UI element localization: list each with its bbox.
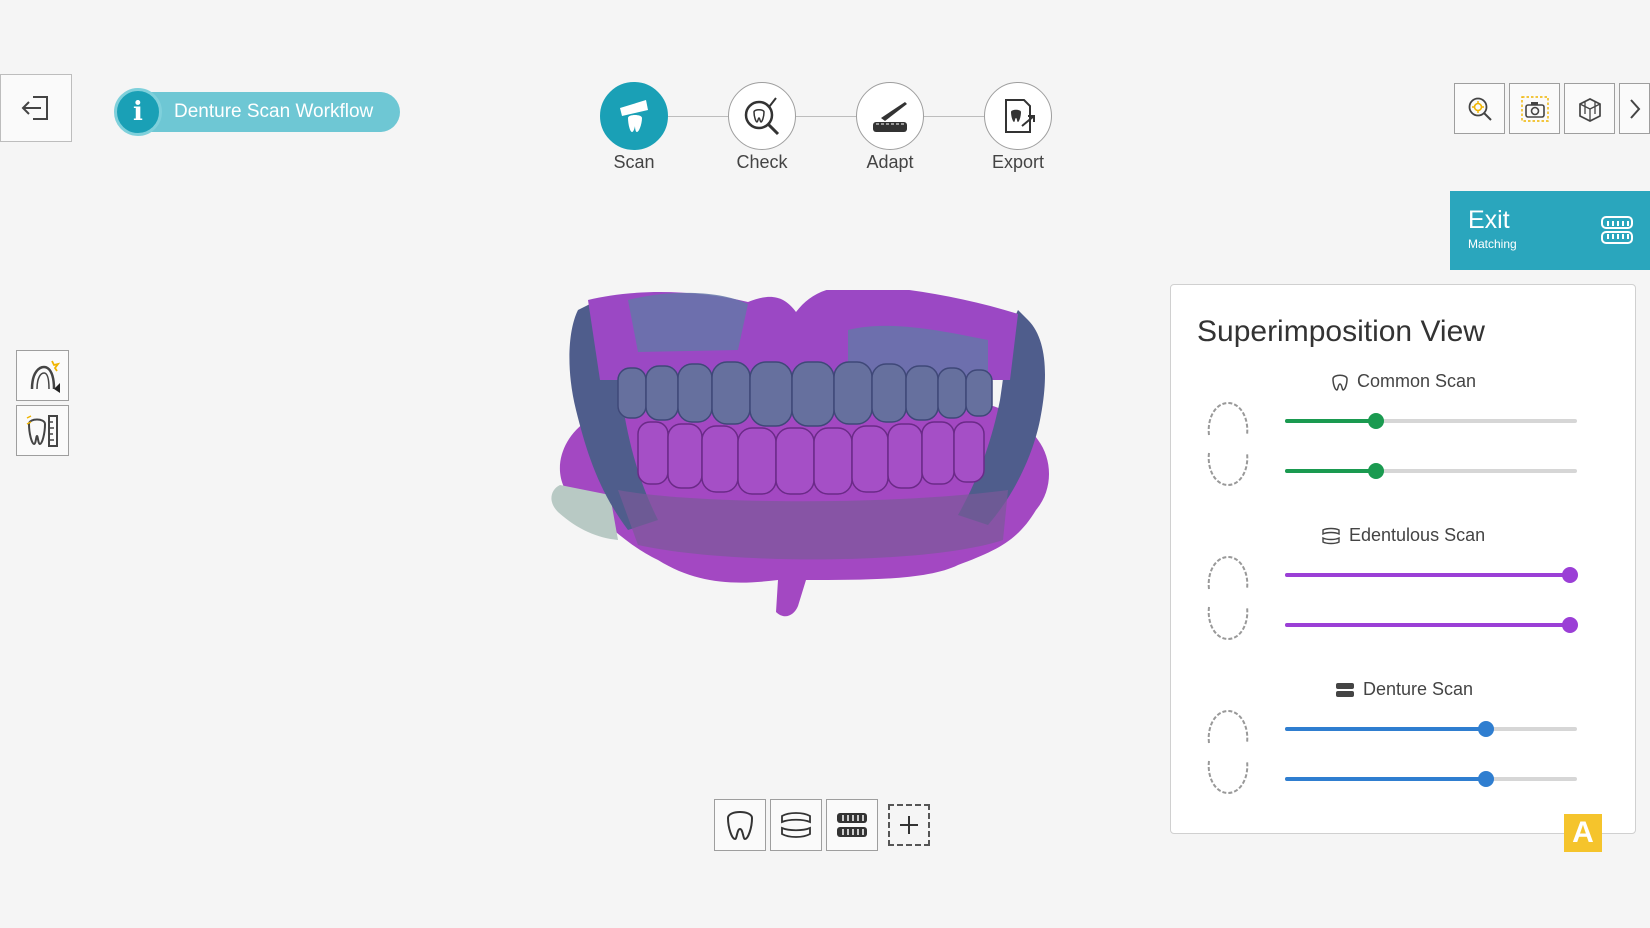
lower-jaw-arch-icon <box>1207 606 1249 641</box>
cube-icon <box>1578 97 1601 122</box>
zoom-fit-button[interactable] <box>1454 83 1505 134</box>
upper-jaw-arch-icon <box>1207 555 1249 590</box>
edentulous-scan-toggle-button[interactable] <box>770 799 822 851</box>
edentulous-arch-icon <box>1322 527 1340 544</box>
workflow-info-button[interactable]: i Denture Scan Workflow <box>114 88 400 136</box>
scan-lower-teeth <box>637 421 985 495</box>
add-scan-button[interactable] <box>888 804 930 846</box>
step-adapt-label: Adapt <box>866 152 914 172</box>
zoom-icon <box>1468 97 1492 121</box>
arch-spark-icon <box>30 360 60 393</box>
group-title-label: Common Scan <box>1357 371 1477 391</box>
chevron-right-icon <box>1629 98 1640 119</box>
denture-icon <box>1336 682 1354 697</box>
slider-fill <box>1285 727 1487 731</box>
exit-arrow-icon <box>21 96 48 120</box>
slider-thumb[interactable] <box>1561 567 1578 583</box>
upper-jaw-visibility-toggle[interactable] <box>1203 707 1253 752</box>
arch-tool-button[interactable] <box>16 350 69 401</box>
step-connector <box>668 116 728 117</box>
upper-jaw-arch-icon <box>1207 401 1249 436</box>
denture-icon <box>837 813 867 837</box>
lower-jaw-opacity-slider[interactable] <box>1285 463 1577 479</box>
lower-jaw-visibility-toggle[interactable] <box>1203 449 1253 494</box>
denture-knife-icon <box>873 102 907 132</box>
step-connector <box>796 116 856 117</box>
step-check[interactable] <box>728 82 796 150</box>
back-button[interactable] <box>0 74 72 142</box>
dental-scan-viewport[interactable] <box>548 290 1096 622</box>
tooth-icon <box>1332 374 1348 391</box>
group-title-label: Denture Scan <box>1363 679 1474 699</box>
lower-jaw-opacity-slider[interactable] <box>1285 771 1577 787</box>
upper-jaw-visibility-toggle[interactable] <box>1203 399 1253 444</box>
step-export-label: Export <box>991 152 1045 172</box>
tooth-ruler-icon <box>26 414 58 447</box>
lower-jaw-visibility-toggle[interactable] <box>1203 757 1253 802</box>
slider-fill <box>1285 777 1487 781</box>
export-file-icon <box>1005 99 1035 133</box>
group-title: Edentulous Scan <box>1321 525 1485 546</box>
workflow-label: Denture Scan Workflow <box>174 101 374 122</box>
step-export[interactable] <box>984 82 1052 150</box>
slider-fill <box>1285 573 1570 577</box>
slider-fill <box>1285 469 1376 473</box>
slider-thumb[interactable] <box>1478 721 1495 737</box>
slider-fill <box>1285 419 1376 423</box>
group-title: Common Scan <box>1331 371 1476 392</box>
upper-jaw-opacity-slider[interactable] <box>1285 413 1577 429</box>
magnifier-tooth-icon <box>744 97 780 136</box>
plus-icon <box>900 816 918 834</box>
step-connector <box>924 116 984 117</box>
superimposition-panel: Superimposition View Common Scan Edentulo… <box>1170 284 1636 834</box>
camera-capture-icon <box>1520 95 1549 122</box>
group-title: Denture Scan <box>1335 679 1473 700</box>
slider-thumb[interactable] <box>1367 463 1384 479</box>
slider-thumb[interactable] <box>1561 617 1578 633</box>
group-title-label: Edentulous Scan <box>1349 525 1486 545</box>
denture-icon <box>1601 216 1633 244</box>
exit-matching-button[interactable]: Exit Matching <box>1450 191 1650 270</box>
step-check-label: Check <box>736 152 788 172</box>
edentulous-arch-icon <box>781 812 811 838</box>
screenshot-button[interactable] <box>1509 83 1560 134</box>
common-scan-toggle-button[interactable] <box>714 799 766 851</box>
upper-jaw-visibility-toggle[interactable] <box>1203 553 1253 598</box>
upper-jaw-arch-icon <box>1207 709 1249 744</box>
upper-jaw-opacity-slider[interactable] <box>1285 567 1578 583</box>
tooth-measure-button[interactable] <box>16 405 69 456</box>
scanner-tooth-icon <box>620 100 648 132</box>
lower-jaw-arch-icon <box>1207 452 1249 487</box>
a-badge: A <box>1564 814 1602 852</box>
lower-jaw-visibility-toggle[interactable] <box>1203 603 1253 648</box>
tooth-icon <box>726 811 754 841</box>
slider-thumb[interactable] <box>1478 771 1495 787</box>
slider-fill <box>1285 623 1570 627</box>
info-icon: i <box>114 88 162 136</box>
panel-title: Superimposition View <box>1197 315 1485 348</box>
slider-thumb[interactable] <box>1367 413 1384 429</box>
denture-scan-toggle-button[interactable] <box>826 799 878 851</box>
step-scan[interactable] <box>600 82 668 150</box>
toolbar-expand-button[interactable] <box>1619 83 1650 134</box>
upper-jaw-opacity-slider[interactable] <box>1285 721 1577 737</box>
lower-jaw-opacity-slider[interactable] <box>1285 617 1578 633</box>
step-scan-label: Scan <box>613 152 655 172</box>
step-adapt[interactable] <box>856 82 924 150</box>
view-cube-button[interactable] <box>1564 83 1615 134</box>
lower-jaw-arch-icon <box>1207 760 1249 795</box>
